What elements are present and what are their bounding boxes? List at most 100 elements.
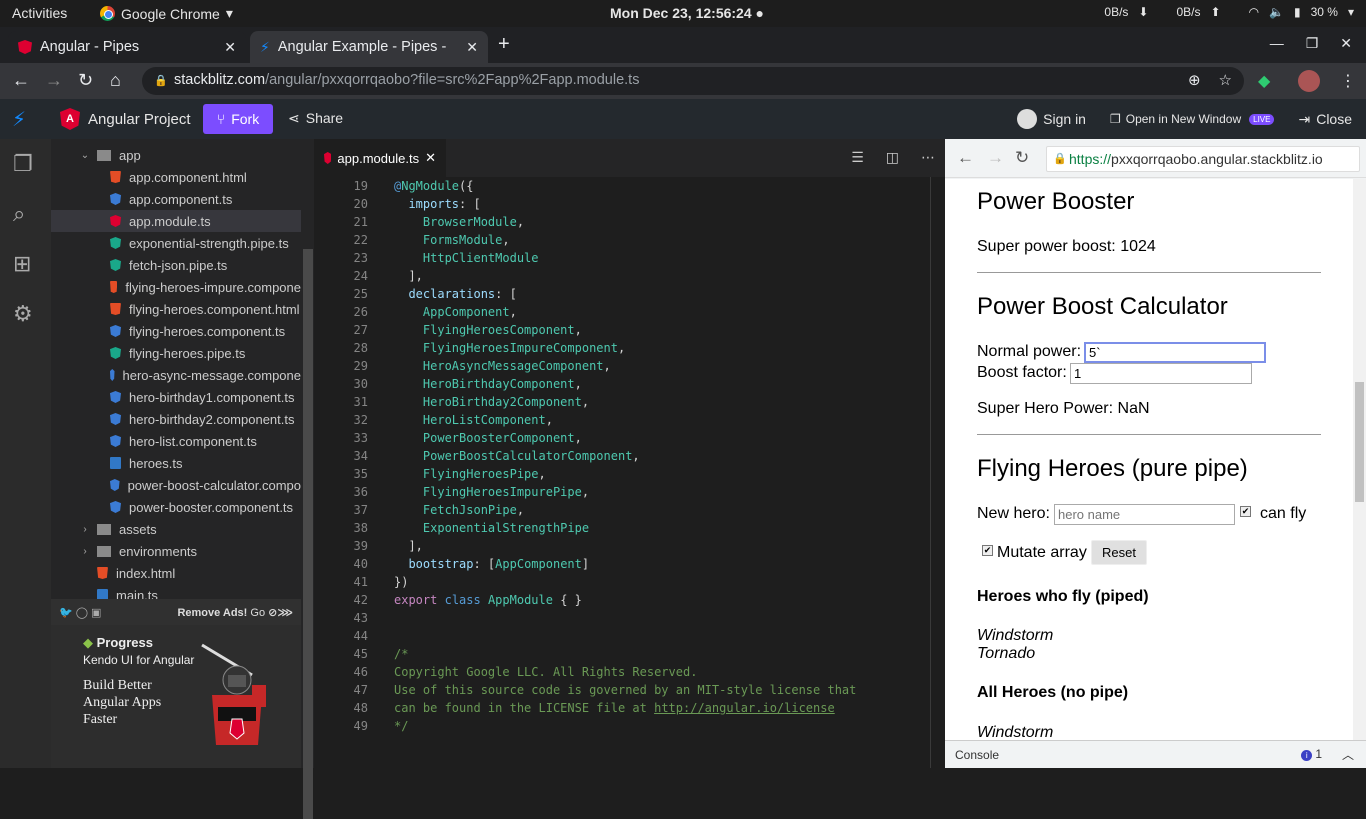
social-icons[interactable]: 🐦◯▣ [59, 606, 104, 619]
scrollbar-thumb[interactable] [1355, 382, 1364, 502]
lock-icon: 🔒 [154, 75, 168, 87]
live-badge: LIVE [1249, 113, 1275, 125]
url-host: pxxqorrqaobo.angular.stackblitz.io [1111, 151, 1323, 167]
tree-file[interactable]: flying-heroes.component.ts [51, 320, 301, 342]
split-editor-icon[interactable]: ◫ [886, 149, 899, 166]
close-window-icon[interactable]: ✕ [1340, 35, 1352, 52]
code-line: export class AppModule { } [394, 593, 582, 607]
chevron-up-icon[interactable]: ︿ [1342, 746, 1354, 763]
line-number: 40 [353, 557, 368, 571]
tree-folder[interactable]: ⌄ app [51, 144, 301, 166]
lock-icon: 🔒 [1053, 153, 1067, 165]
ad-panel: 🐦◯▣ Remove Ads! Go ⊘⋙ ◆ Progress Kendo U… [51, 599, 301, 768]
tree-file[interactable]: app.component.html [51, 166, 301, 188]
heading-flying-heroes: Flying Heroes (pure pipe) [977, 455, 1248, 482]
tree-file[interactable]: power-boost-calculator.compo [51, 474, 301, 496]
back-icon[interactable]: ← [12, 70, 30, 91]
new-window-icon: ❐ [1109, 112, 1121, 126]
clock[interactable]: Mon Dec 23, 12:56:24 ● [610, 5, 764, 21]
console-bar[interactable]: Console i1 ︿ [945, 740, 1366, 768]
line-number: 33 [353, 431, 368, 445]
tree-file[interactable]: exponential-strength.pipe.ts [51, 232, 301, 254]
close-icon[interactable]: ✕ [425, 150, 436, 166]
preview-url-bar[interactable]: 🔒 https://pxxqorrqaobo.angular.stackblit… [1046, 146, 1360, 172]
add-icon[interactable]: ⊕ [1188, 71, 1201, 89]
angular-file-icon [110, 193, 121, 205]
menu-kebab-icon[interactable]: ⋮ [1340, 71, 1356, 91]
search-icon[interactable]: ⌕ [13, 201, 25, 227]
open-new-window-button[interactable]: ❐ Open in New Window LIVE [1110, 112, 1275, 126]
close-tab-icon[interactable]: ✕ [224, 39, 236, 56]
tree-file[interactable]: app.module.ts [51, 210, 301, 232]
reset-button[interactable]: Reset [1091, 540, 1147, 565]
close-tab-icon[interactable]: ✕ [466, 39, 478, 56]
extension-icon[interactable]: ◆ [1258, 71, 1270, 91]
url-host: stackblitz.com [174, 72, 266, 88]
bookmark-star-icon[interactable]: ☆ [1219, 71, 1232, 89]
activities-button[interactable]: Activities [12, 5, 67, 21]
browser-tab[interactable]: Angular - Pipes ✕ [8, 31, 246, 63]
tree-file[interactable]: heroes.ts [51, 452, 301, 474]
tree-file[interactable]: index.html [51, 562, 301, 584]
tree-file[interactable]: app.component.ts [51, 188, 301, 210]
settings-gear-icon[interactable]: ⚙ [13, 301, 33, 327]
code-line: can be found in the LICENSE file at http… [394, 701, 835, 715]
app-menu[interactable]: Google Chrome ▾ [100, 5, 233, 22]
angular-file-icon [110, 369, 115, 381]
tree-file[interactable]: hero-birthday1.component.ts [51, 386, 301, 408]
tree-file[interactable]: flying-heroes-impure.compone [51, 276, 301, 298]
kendo-ad[interactable]: ◆ Progress Kendo UI for Angular Build Be… [83, 635, 298, 765]
line-number: 30 [353, 377, 368, 391]
tree-folder[interactable]: › assets [51, 518, 301, 540]
line-number: 34 [353, 449, 368, 463]
tree-file[interactable]: flying-heroes.pipe.ts [51, 342, 301, 364]
fork-button[interactable]: ⑂ Fork [203, 104, 273, 134]
forward-icon[interactable]: → [45, 70, 63, 91]
reload-icon[interactable]: ↻ [1015, 148, 1029, 168]
code-line: HeroBirthday2Component, [422, 395, 590, 409]
back-icon[interactable]: ← [957, 148, 974, 168]
extensions-icon[interactable]: ⊞ [13, 251, 31, 277]
boost-factor-input[interactable] [1070, 363, 1252, 384]
tree-file[interactable]: hero-async-message.compone [51, 364, 301, 386]
address-bar[interactable]: 🔒 stackblitz.com/angular/pxxqorrqaobo?fi… [142, 67, 1244, 95]
stackblitz-logo-icon[interactable]: ⚡ [12, 107, 26, 132]
tree-file[interactable]: hero-list.component.ts [51, 430, 301, 452]
tree-file[interactable]: main.ts [51, 584, 301, 599]
can-fly-checkbox[interactable]: ✔ [1240, 506, 1251, 517]
tree-file[interactable]: power-booster.component.ts [51, 496, 301, 518]
format-icon[interactable]: ☰ [851, 149, 864, 166]
editor-scrollbar[interactable] [930, 177, 931, 768]
profile-avatar[interactable] [1298, 70, 1320, 92]
preview-scrollbar[interactable] [1353, 179, 1366, 740]
more-icon[interactable]: ⋯ [921, 149, 935, 166]
tree-item-label: main.ts [116, 587, 158, 600]
minimize-icon[interactable]: — [1270, 35, 1284, 52]
scrollbar-thumb[interactable] [303, 249, 313, 819]
tree-file[interactable]: hero-birthday2.component.ts [51, 408, 301, 430]
new-hero-input[interactable] [1054, 504, 1235, 525]
share-button[interactable]: ⋖ Share [288, 110, 343, 127]
files-icon[interactable]: ❐ [13, 151, 33, 177]
forward-icon[interactable]: → [987, 148, 1004, 168]
close-preview-button[interactable]: ⇥ Close [1298, 111, 1352, 128]
editor-tab[interactable]: app.module.ts ✕ [314, 139, 446, 177]
remove-ads-link[interactable]: Remove Ads! Go ⊘⋙ [177, 606, 293, 619]
browser-tab-active[interactable]: ⚡ Angular Example - Pipes - ✕ [250, 31, 488, 63]
system-tray[interactable]: 0B/s ⬇ 0B/s ⬆ ◠ 🔈 ▮ 30 % ▾ [1104, 5, 1354, 19]
tree-folder[interactable]: › environments [51, 540, 301, 562]
tab-title: Angular Example - Pipes - [277, 39, 447, 55]
tree-file[interactable]: flying-heroes.component.html [51, 298, 301, 320]
code-line: AppComponent, [422, 305, 517, 319]
new-tab-button[interactable]: + [498, 33, 510, 56]
tree-file[interactable]: fetch-json.pipe.ts [51, 254, 301, 276]
typescript-file-icon [97, 589, 108, 599]
normal-power-input[interactable] [1084, 342, 1266, 363]
preview-content: Power Booster Super power boost: 1024 Po… [945, 179, 1353, 740]
sign-in-button[interactable]: Sign in [1017, 109, 1086, 129]
home-icon[interactable]: ⌂ [110, 70, 121, 91]
reload-icon[interactable]: ↻ [78, 70, 93, 91]
file-tree-scrollbar[interactable] [301, 139, 314, 819]
mutate-array-checkbox[interactable]: ✔ [982, 545, 993, 556]
maximize-icon[interactable]: ❐ [1306, 35, 1319, 52]
